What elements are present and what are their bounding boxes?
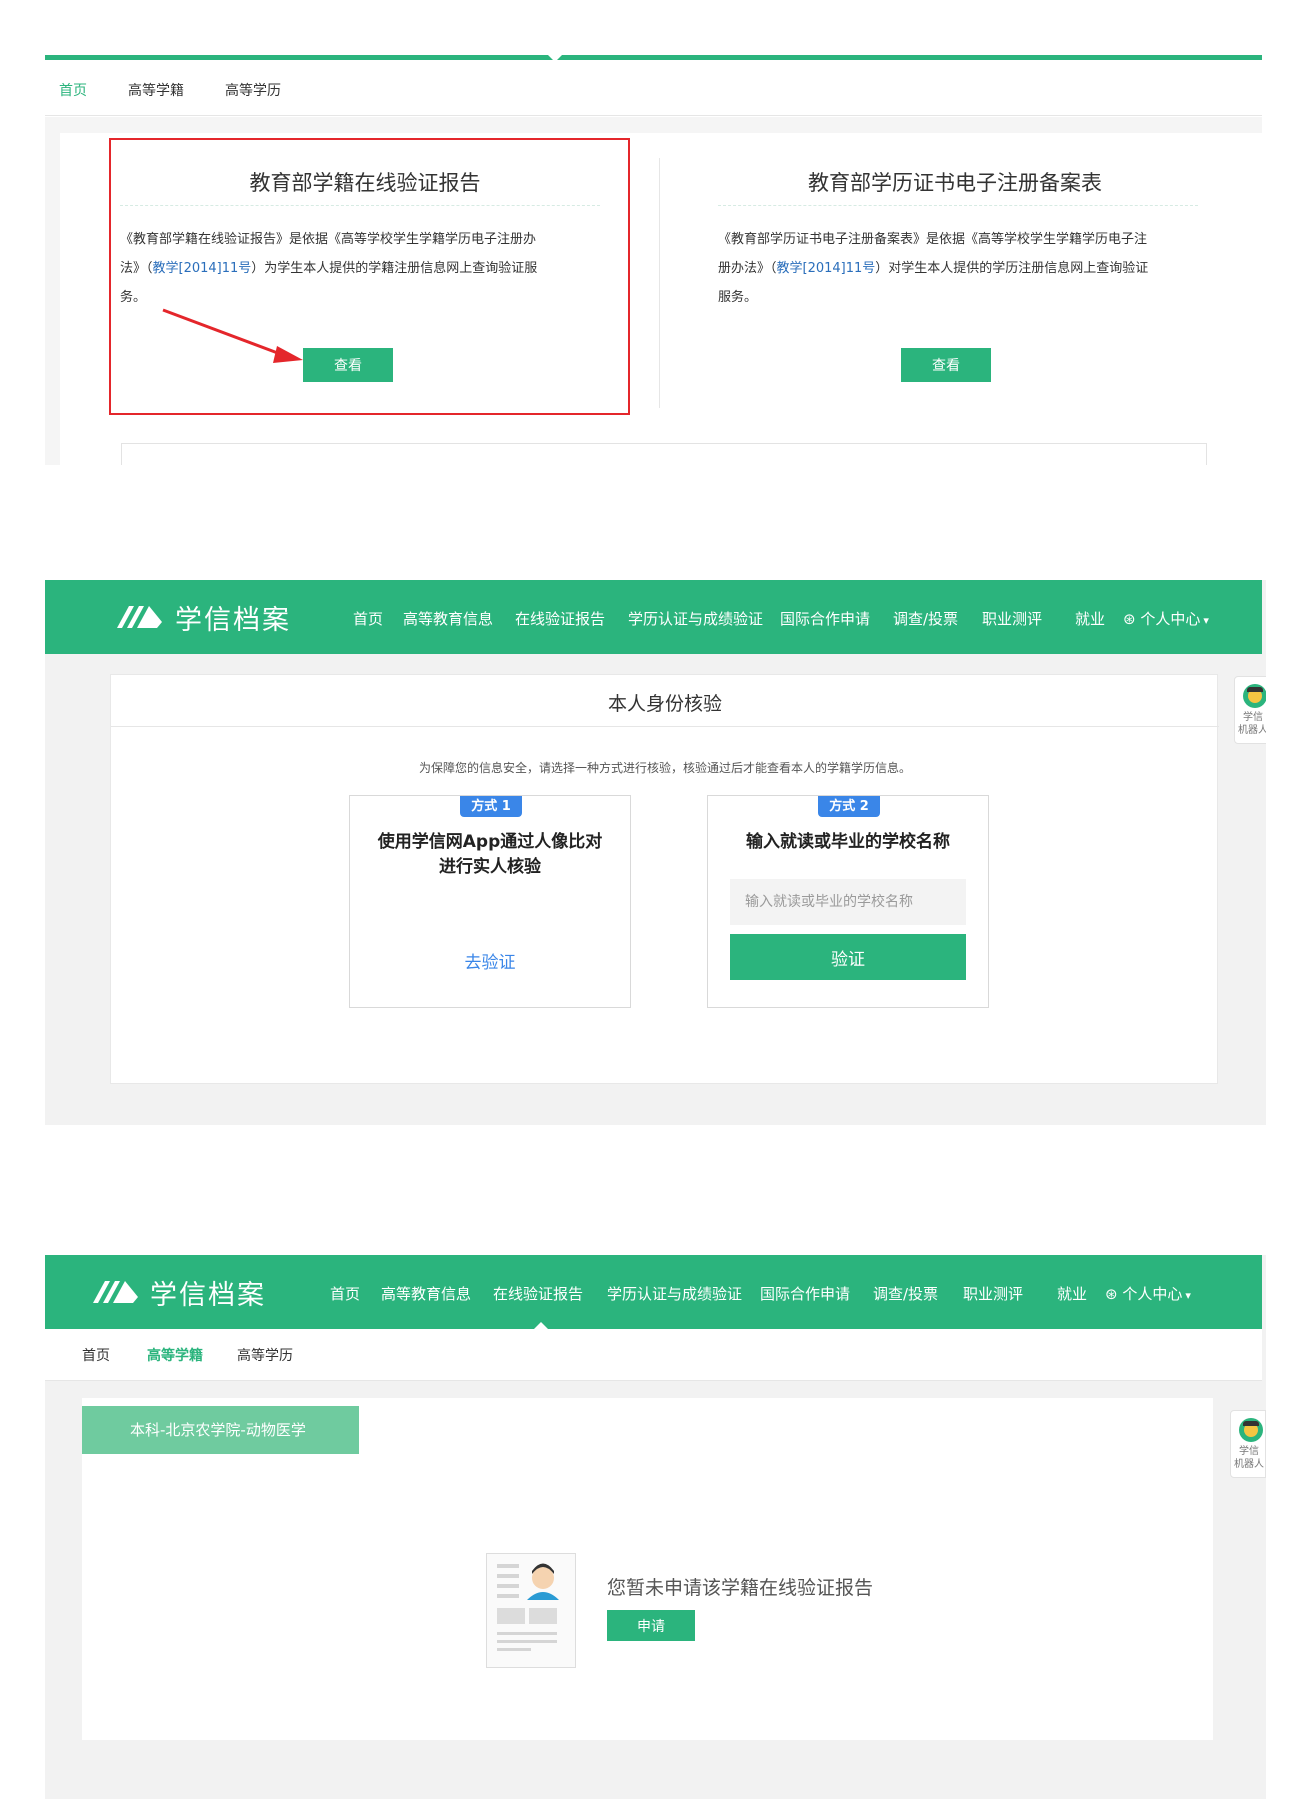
degree-record-title: 教育部学历证书电子注册备案表 (808, 171, 1102, 195)
report-selection-panel: 首页 高等学籍 高等学历 教育部学籍在线验证报告 《教育部学籍在线验证报告》是依… (45, 55, 1262, 465)
method-1-badge: 方式 1 (460, 796, 522, 817)
regulation-link[interactable]: 教学[2014]11号 (777, 261, 876, 276)
xuexin-logo-icon (117, 606, 162, 628)
nav-higher-education[interactable]: 高等教育信息 (381, 1283, 471, 1304)
degree-record-description: 《教育部学历证书电子注册备案表》是依据《高等学校学生学籍学历电子注 册办法》（教… (718, 232, 1149, 305)
report-document-icon (486, 1553, 576, 1668)
nav-online-report[interactable]: 在线验证报告 (515, 608, 605, 629)
nav-career-test[interactable]: 职业测评 (963, 1283, 1023, 1304)
nav-certification[interactable]: 学历认证与成绩验证 (607, 1283, 742, 1304)
title-divider (718, 205, 1198, 206)
subnav-enrollment[interactable]: 高等学籍 (147, 1345, 203, 1365)
nav-employment[interactable]: 就业 (1057, 1283, 1087, 1304)
enrollment-record-tag[interactable]: 本科-北京农学院-动物医学 (82, 1406, 359, 1454)
nav-career-test[interactable]: 职业测评 (982, 608, 1042, 629)
school-name-input[interactable] (730, 879, 966, 925)
subnav-enrollment[interactable]: 高等学籍 (128, 80, 184, 100)
method-2-title: 输入就读或毕业的学校名称 (746, 832, 950, 852)
method-2-box: 方式 2 输入就读或毕业的学校名称 验证 (707, 795, 989, 1008)
xuexin-logo-icon (93, 1281, 138, 1303)
xuexin-robot-widget[interactable]: 学信 机器人 (1230, 1410, 1266, 1478)
nav-higher-education[interactable]: 高等教育信息 (403, 608, 493, 629)
subnav-home[interactable]: 首页 (59, 80, 87, 100)
nav-survey[interactable]: 调查/投票 (893, 608, 958, 629)
user-circle-icon: ⊛ (1105, 1285, 1123, 1303)
card-divider (659, 158, 660, 408)
nav-employment[interactable]: 就业 (1075, 608, 1105, 629)
no-report-message: 您暂未申请该学籍在线验证报告 (607, 1577, 874, 1599)
additional-section-box (121, 443, 1207, 465)
nav-home[interactable]: 首页 (330, 1283, 360, 1304)
title-separator (111, 726, 1219, 727)
apply-report-button[interactable]: 申请 (607, 1610, 695, 1641)
nav-international[interactable]: 国际合作申请 (760, 1283, 850, 1304)
logo-text: 学信档案 (150, 1280, 266, 1311)
sub-navigation: 首页 高等学籍 高等学历 (45, 1329, 1262, 1381)
method-1-title-line1: 使用学信网App通过人像比对 (377, 832, 603, 852)
verification-hint: 为保障您的信息安全，请选择一种方式进行核验，核验通过后才能查看本人的学籍学历信息… (418, 761, 911, 775)
subnav-home[interactable]: 首页 (82, 1345, 110, 1365)
subnav-degree[interactable]: 高等学历 (237, 1345, 293, 1365)
chevron-down-icon: ▾ (1185, 1289, 1191, 1302)
robot-avatar-icon (1243, 684, 1266, 708)
site-header: 学信档案 首页 高等教育信息 在线验证报告 学历认证与成绩验证 国际合作申请 调… (45, 580, 1262, 654)
nav-survey[interactable]: 调查/投票 (873, 1283, 938, 1304)
chevron-down-icon: ▾ (1203, 614, 1209, 627)
user-circle-icon: ⊛ (1123, 610, 1141, 628)
nav-certification[interactable]: 学历认证与成绩验证 (628, 608, 763, 629)
nav-home[interactable]: 首页 (353, 608, 383, 629)
method-1-title-line2: 进行实人核验 (439, 857, 541, 877)
nav-international[interactable]: 国际合作申请 (780, 608, 870, 629)
user-center-menu[interactable]: ⊛ 个人中心 ▾ (1105, 1283, 1191, 1304)
enrollment-record-card: 本科-北京农学院-动物医学 您暂未申请该学籍在线验证报告 申请 (82, 1398, 1213, 1740)
verify-button[interactable]: 验证 (730, 934, 966, 980)
verification-title: 本人身份核验 (607, 693, 722, 715)
xuexin-robot-widget[interactable]: 学信 机器人 (1234, 676, 1266, 744)
site-header: 学信档案 首页 高等教育信息 在线验证报告 学历认证与成绩验证 国际合作申请 调… (45, 1255, 1262, 1330)
method-2-badge: 方式 2 (818, 796, 880, 817)
view-degree-record-button[interactable]: 查看 (901, 348, 991, 382)
go-verify-link[interactable]: 去验证 (350, 948, 630, 973)
identity-verification-panel: 学信档案 首页 高等教育信息 在线验证报告 学历认证与成绩验证 国际合作申请 调… (45, 580, 1266, 1125)
robot-avatar-icon (1239, 1418, 1263, 1442)
user-center-menu[interactable]: ⊛ 个人中心 ▾ (1123, 608, 1209, 629)
method-1-box: 方式 1 使用学信网App通过人像比对 进行实人核验 去验证 (349, 795, 631, 1008)
highlight-box (109, 138, 630, 415)
nav-online-report[interactable]: 在线验证报告 (493, 1283, 583, 1304)
sub-navigation: 首页 高等学籍 高等学历 (45, 60, 1262, 116)
logo-text: 学信档案 (175, 605, 291, 636)
subnav-degree[interactable]: 高等学历 (225, 80, 281, 100)
verification-card: 本人身份核验 为保障您的信息安全，请选择一种方式进行核验，核验通过后才能查看本人… (110, 674, 1219, 1084)
enrollment-report-panel: 学信档案 首页 高等教育信息 在线验证报告 学历认证与成绩验证 国际合作申请 调… (45, 1255, 1266, 1799)
